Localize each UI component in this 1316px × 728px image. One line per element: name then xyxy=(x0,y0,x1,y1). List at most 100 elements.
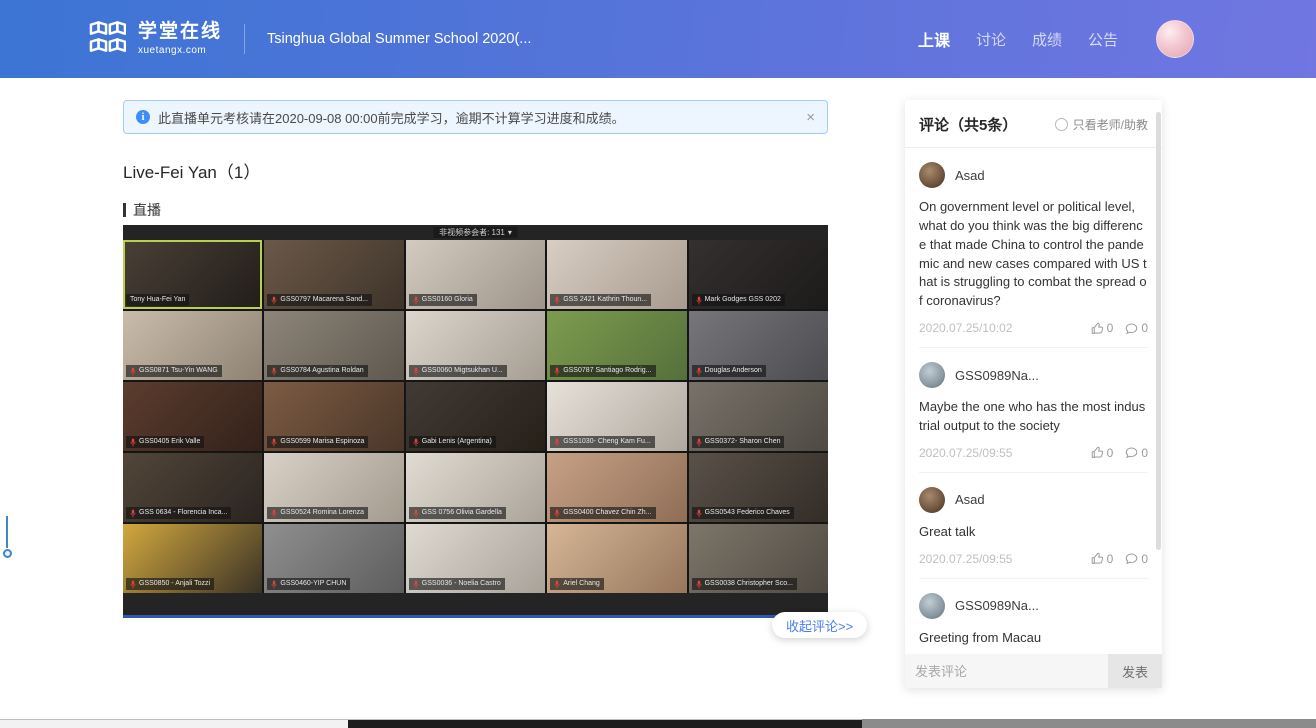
muted-mic-icon xyxy=(271,509,277,518)
deadline-notice-banner: i 此直播单元考核请在2020-09-08 00:00前完成学习，逾期不计算学习… xyxy=(123,100,828,134)
muted-mic-icon xyxy=(696,438,702,447)
comment-timestamp: 2020.07.25/09:55 xyxy=(919,552,1012,566)
participant-name-label: Ariel Chang xyxy=(550,578,604,590)
brand-logo[interactable]: 学堂在线 xuetangx.com xyxy=(88,20,222,59)
reply-bubble-icon xyxy=(1125,552,1138,565)
commenter-name: GSS0989Na... xyxy=(955,598,1039,613)
participant-name-label: GSS 0634 - Florencia Inca... xyxy=(126,507,231,519)
muted-mic-icon xyxy=(271,296,277,305)
participant-tile: Gabi Lenis (Argentina) xyxy=(406,382,545,451)
brand-domain: xuetangx.com xyxy=(138,45,222,56)
participant-tile: GSS0400 Chavez Chin Zh... xyxy=(547,453,686,522)
nav-item-class[interactable]: 上课 xyxy=(918,27,950,51)
teacher-only-filter[interactable]: 只看老师/助教 xyxy=(1055,116,1148,133)
participant-tile: GSS0784 Agustina Roldan xyxy=(264,311,403,380)
comment-item: Asad Great talk 2020.07.25/09:55 0 0 xyxy=(919,473,1148,579)
muted-mic-icon xyxy=(554,438,560,447)
commenter-name: Asad xyxy=(955,492,985,507)
commenter-avatar xyxy=(919,162,945,188)
commenter-name: Asad xyxy=(955,168,985,183)
participant-name-label: GSS 2421 Kathrin Thoun... xyxy=(550,294,651,306)
muted-mic-icon xyxy=(413,580,419,589)
participant-tile: Tony Hua-Fei Yan xyxy=(123,240,262,309)
thumbs-up-icon xyxy=(1091,552,1104,565)
participant-name-label: GSS0060 Migtsukhan U... xyxy=(409,365,507,377)
muted-mic-icon xyxy=(271,580,277,589)
comments-list[interactable]: Asad On government level or political le… xyxy=(905,148,1162,654)
edge-indicator-ring xyxy=(3,549,12,558)
live-video-player[interactable]: 非视频参会者: 131 ▾ Tony Hua-Fei Yan GSS0797 M… xyxy=(123,225,828,618)
muted-mic-icon xyxy=(554,296,560,305)
like-button[interactable]: 0 xyxy=(1091,321,1114,335)
close-icon[interactable]: × xyxy=(806,110,815,125)
participant-name-label: GSS0599 Marisa Espinoza xyxy=(267,436,368,448)
nav-item-grades[interactable]: 成绩 xyxy=(1032,29,1062,50)
muted-mic-icon xyxy=(554,509,560,518)
participant-name-label: GSS 0756 Olivia Gardella xyxy=(409,507,506,519)
comments-panel: 评论（共5条） 只看老师/助教 Asad On government level… xyxy=(905,100,1162,688)
teacher-only-radio[interactable] xyxy=(1055,118,1068,131)
comments-header: 评论（共5条） 只看老师/助教 xyxy=(905,100,1162,148)
navbar-menu: 上课 讨论 成绩 公告 xyxy=(918,20,1316,58)
course-title: Tsinghua Global Summer School 2020(... xyxy=(267,31,531,47)
participant-tile: GSS0405 Erik Valle xyxy=(123,382,262,451)
comment-compose-bar: 发表 xyxy=(905,654,1162,688)
participant-tile: GSS0060 Migtsukhan U... xyxy=(406,311,545,380)
edge-scroll-indicator[interactable] xyxy=(3,516,13,558)
section-marker-bar xyxy=(123,203,126,217)
reply-button[interactable]: 0 xyxy=(1125,552,1148,566)
muted-mic-icon xyxy=(130,367,136,376)
submit-comment-button[interactable]: 发表 xyxy=(1108,654,1162,688)
non-video-participants-chip[interactable]: 非视频参会者: 131 ▾ xyxy=(433,227,518,238)
participant-name-label: Gabi Lenis (Argentina) xyxy=(409,436,496,448)
comment-text: On government level or political level, … xyxy=(919,198,1148,311)
nav-item-announcements[interactable]: 公告 xyxy=(1088,29,1118,50)
participant-name-label: GSS0797 Macarena Sand... xyxy=(267,294,372,306)
participant-tile: GSS 0756 Olivia Gardella xyxy=(406,453,545,522)
comment-input[interactable] xyxy=(905,654,1108,688)
comment-item: Asad On government level or political le… xyxy=(919,148,1148,348)
participant-tile: GSS0038 Christopher Sco... xyxy=(689,524,828,593)
participant-tile: Douglas Anderson xyxy=(689,311,828,380)
info-icon: i xyxy=(136,110,150,124)
muted-mic-icon xyxy=(413,438,419,447)
muted-mic-icon xyxy=(130,438,136,447)
collapse-comments-button[interactable]: 收起评论>> xyxy=(772,612,867,638)
player-progress-bar[interactable] xyxy=(123,615,828,618)
chevron-down-icon: ▾ xyxy=(508,227,512,238)
participant-tile: Ariel Chang xyxy=(547,524,686,593)
participant-name-label: Tony Hua-Fei Yan xyxy=(126,294,189,306)
thumbs-up-icon xyxy=(1091,322,1104,335)
comment-timestamp: 2020.07.25/10:02 xyxy=(919,321,1012,335)
nav-item-discussion[interactable]: 讨论 xyxy=(976,29,1006,50)
participant-name-label: GSS0850 - Anjali Tozzi xyxy=(126,578,214,590)
like-button[interactable]: 0 xyxy=(1091,552,1114,566)
muted-mic-icon xyxy=(413,367,419,376)
navbar-divider xyxy=(244,24,245,54)
thumbs-up-icon xyxy=(1091,446,1104,459)
participant-name-label: GSS0036 - Noelia Castro xyxy=(409,578,505,590)
live-section-label: 直播 xyxy=(123,200,161,220)
participant-tile: GSS0160 Gloria xyxy=(406,240,545,309)
participant-tile: GSS 0634 - Florencia Inca... xyxy=(123,453,262,522)
reply-button[interactable]: 0 xyxy=(1125,321,1148,335)
like-button[interactable]: 0 xyxy=(1091,446,1114,460)
xuetangx-books-icon xyxy=(88,20,126,59)
participant-tile: GSS0787 Santiago Rodrig... xyxy=(547,311,686,380)
comment-text: Great talk xyxy=(919,523,1148,542)
comments-count-title: 评论（共5条） xyxy=(919,114,1017,135)
comments-scrollbar-thumb[interactable] xyxy=(1156,112,1161,550)
reply-button[interactable]: 0 xyxy=(1125,446,1148,460)
muted-mic-icon xyxy=(271,438,277,447)
page-title: Live-Fei Yan（1） xyxy=(123,158,260,183)
participant-name-label: GSS0784 Agustina Roldan xyxy=(267,365,367,377)
participant-name-label: GSS0524 Romina Lorenza xyxy=(267,507,368,519)
participant-name-label: GSS0871 Tsu-Yin WANG xyxy=(126,365,222,377)
comment-item: GSS0989Na... Maybe the one who has the m… xyxy=(919,348,1148,473)
muted-mic-icon xyxy=(696,367,702,376)
participant-name-label: GSS0400 Chavez Chin Zh... xyxy=(550,507,655,519)
participant-tile: GSS0036 - Noelia Castro xyxy=(406,524,545,593)
comment-item: GSS0989Na... Greeting from Macau xyxy=(919,579,1148,654)
player-top-bar: 非视频参会者: 131 ▾ xyxy=(123,225,828,240)
user-avatar[interactable] xyxy=(1156,20,1194,58)
